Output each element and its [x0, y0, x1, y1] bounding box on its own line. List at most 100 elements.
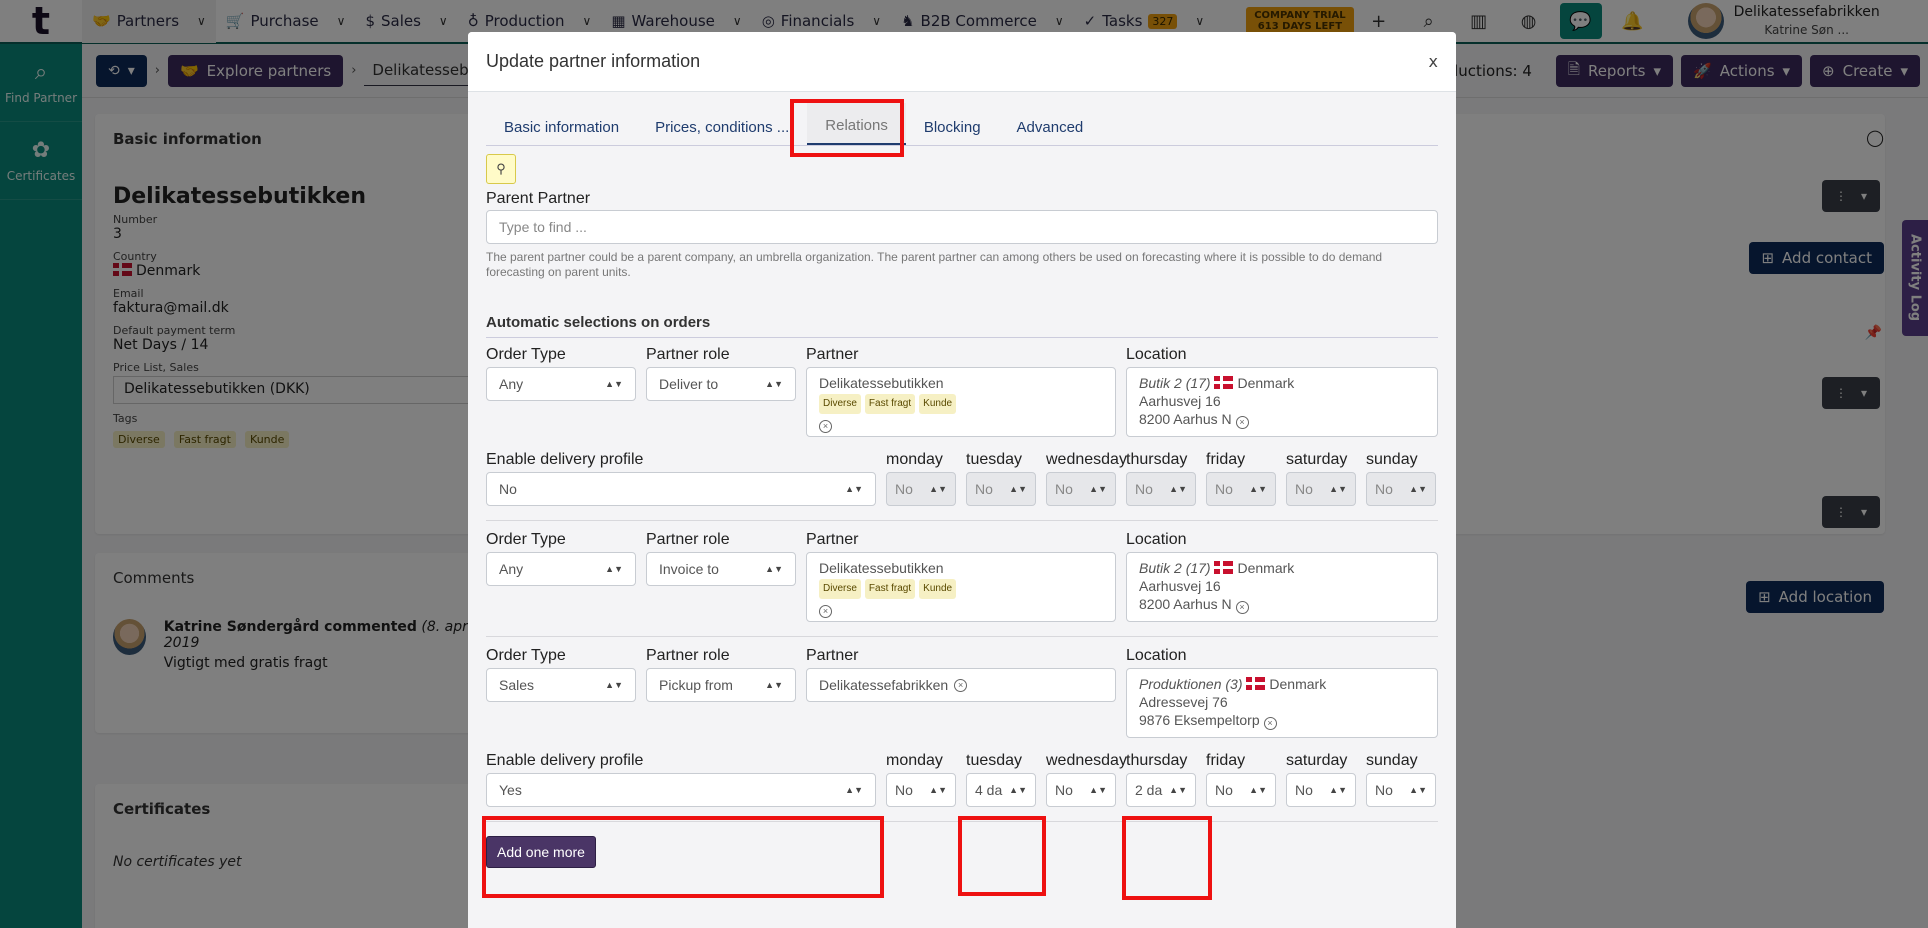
partner-role-label: Partner role: [646, 647, 730, 664]
highlight-tuesday: [958, 816, 1046, 896]
clear-icon[interactable]: ×: [1235, 416, 1249, 429]
sort-arrows-icon: ▲▼: [605, 563, 623, 574]
location-field[interactable]: Butik 2 (17) Denmark Aarhusvej 16 8200 A…: [1126, 552, 1438, 622]
day-select-sunday[interactable]: No ▲▼: [1366, 472, 1436, 506]
clear-icon[interactable]: ×: [819, 605, 832, 618]
day-label-sunday: sunday: [1366, 451, 1418, 468]
clear-icon[interactable]: ×: [1263, 717, 1277, 730]
enable-delivery-label: Enable delivery profile: [486, 752, 644, 769]
sort-arrows-icon: ▲▼: [605, 378, 623, 389]
location-field[interactable]: Produktionen (3) Denmark Adressevej 76 9…: [1126, 668, 1438, 738]
day-label-wednesday: wednesday: [1046, 752, 1127, 769]
sort-arrows-icon: ▲▼: [1169, 784, 1187, 795]
day-value: No: [895, 782, 913, 798]
partner-field[interactable]: Delikatessebutikken Diverse Fast fragt Kun…: [806, 552, 1116, 622]
day-label-wednesday: wednesday: [1046, 451, 1127, 468]
sort-arrows-icon: ▲▼: [1009, 784, 1027, 795]
update-partner-modal: Update partner information x Basic infor…: [468, 32, 1456, 928]
day-select-saturday[interactable]: No ▲▼: [1286, 773, 1356, 807]
partner-role-select[interactable]: Invoice to ▲▼: [646, 552, 796, 586]
day-select-wednesday[interactable]: No ▲▼: [1046, 773, 1116, 807]
sort-arrows-icon: ▲▼: [1089, 784, 1107, 795]
order-type-value: Any: [499, 561, 524, 577]
add-one-more-button[interactable]: Add one more: [486, 836, 596, 868]
order-type-select[interactable]: Sales ▲▼: [486, 668, 636, 702]
day-label-thursday: thursday: [1126, 752, 1188, 769]
location-country: Denmark: [1237, 560, 1295, 576]
partner-value: Delikatessebutikken: [819, 375, 944, 391]
location-label: Location: [1126, 531, 1187, 548]
sort-arrows-icon: ▲▼: [1409, 483, 1427, 494]
day-label-saturday: saturday: [1286, 752, 1348, 769]
day-select-monday[interactable]: No ▲▼: [886, 472, 956, 506]
day-value: No: [1295, 782, 1313, 798]
day-value: 4 da: [975, 782, 1003, 798]
tab-advanced[interactable]: Advanced: [999, 119, 1102, 145]
enable-delivery-select[interactable]: Yes ▲▼: [486, 773, 876, 807]
help-icon[interactable]: ⚲: [486, 154, 516, 184]
tab-blocking[interactable]: Blocking: [906, 119, 999, 145]
enable-delivery-value: Yes: [499, 782, 522, 798]
clear-icon[interactable]: ×: [954, 678, 968, 692]
sort-arrows-icon: ▲▼: [1329, 483, 1347, 494]
enable-delivery-select[interactable]: No ▲▼: [486, 472, 876, 506]
sort-arrows-icon: ▲▼: [845, 784, 863, 795]
divider: [486, 520, 1438, 521]
day-label-tuesday: tuesday: [966, 451, 1023, 468]
partner-role-select[interactable]: Deliver to ▲▼: [646, 367, 796, 401]
day-label-tuesday: tuesday: [966, 752, 1023, 769]
sort-arrows-icon: ▲▼: [1249, 483, 1267, 494]
tab-prices-conditions[interactable]: Prices, conditions ...: [637, 119, 807, 145]
relation-row: Order Type Any ▲▼ Partner role Invoice to…: [486, 531, 1438, 622]
tag: Kunde: [919, 579, 957, 599]
sort-arrows-icon: ▲▼: [765, 563, 783, 574]
partner-role-select[interactable]: Pickup from ▲▼: [646, 668, 796, 702]
close-icon[interactable]: x: [1429, 52, 1438, 71]
location-label: Location: [1126, 346, 1187, 363]
sort-arrows-icon: ▲▼: [1089, 483, 1107, 494]
day-select-wednesday[interactable]: No ▲▼: [1046, 472, 1116, 506]
day-select-thursday[interactable]: No ▲▼: [1126, 472, 1196, 506]
sort-arrows-icon: ▲▼: [765, 378, 783, 389]
day-select-monday[interactable]: No ▲▼: [886, 773, 956, 807]
location-label: Location: [1126, 647, 1187, 664]
day-select-friday[interactable]: No ▲▼: [1206, 472, 1276, 506]
day-select-friday[interactable]: No ▲▼: [1206, 773, 1276, 807]
delivery-profile-row: Enable delivery profile No ▲▼ monday No ▲▼ …: [486, 451, 1438, 506]
day-select-saturday[interactable]: No ▲▼: [1286, 472, 1356, 506]
order-type-label: Order Type: [486, 647, 566, 664]
tab-relations[interactable]: Relations: [807, 103, 906, 145]
sort-arrows-icon: ▲▼: [929, 784, 947, 795]
parent-partner-label: Parent Partner: [486, 190, 591, 207]
delivery-profile-row: Enable delivery profile Yes ▲▼ monday No ▲▼…: [486, 752, 1438, 807]
parent-partner-input[interactable]: Type to find ...: [486, 210, 1438, 244]
day-value: No: [1375, 481, 1393, 497]
clear-icon[interactable]: ×: [819, 420, 832, 433]
day-select-sunday[interactable]: No ▲▼: [1366, 773, 1436, 807]
partner-field[interactable]: Delikatessebutikken Diverse Fast fragt Kun…: [806, 367, 1116, 437]
day-label-friday: friday: [1206, 752, 1246, 769]
clear-icon[interactable]: ×: [1235, 601, 1249, 614]
partner-role-label: Partner role: [646, 346, 730, 363]
day-value: No: [1055, 782, 1073, 798]
day-select-thursday[interactable]: 2 da ▲▼: [1126, 773, 1196, 807]
location-city: 8200 Aarhus N: [1139, 411, 1232, 427]
location-name: Produktionen (3): [1139, 676, 1243, 692]
order-type-select[interactable]: Any ▲▼: [486, 552, 636, 586]
location-city: 8200 Aarhus N: [1139, 596, 1232, 612]
tab-basic-information[interactable]: Basic information: [486, 119, 637, 145]
day-select-tuesday[interactable]: 4 da ▲▼: [966, 773, 1036, 807]
day-select-tuesday[interactable]: No ▲▼: [966, 472, 1036, 506]
partner-field[interactable]: Delikatessefabrikken ×: [806, 668, 1116, 702]
day-value: 2 da: [1135, 782, 1163, 798]
location-field[interactable]: Butik 2 (17) Denmark Aarhusvej 16 8200 A…: [1126, 367, 1438, 437]
day-value: No: [1215, 782, 1233, 798]
day-label-monday: monday: [886, 451, 943, 468]
partner-value: Delikatessefabrikken: [819, 677, 949, 693]
highlight-thursday: [1122, 816, 1212, 900]
location-country: Denmark: [1237, 375, 1295, 391]
modal-title: Update partner information: [486, 51, 701, 71]
order-type-value: Sales: [499, 677, 535, 693]
order-type-select[interactable]: Any ▲▼: [486, 367, 636, 401]
day-label-monday: monday: [886, 752, 943, 769]
